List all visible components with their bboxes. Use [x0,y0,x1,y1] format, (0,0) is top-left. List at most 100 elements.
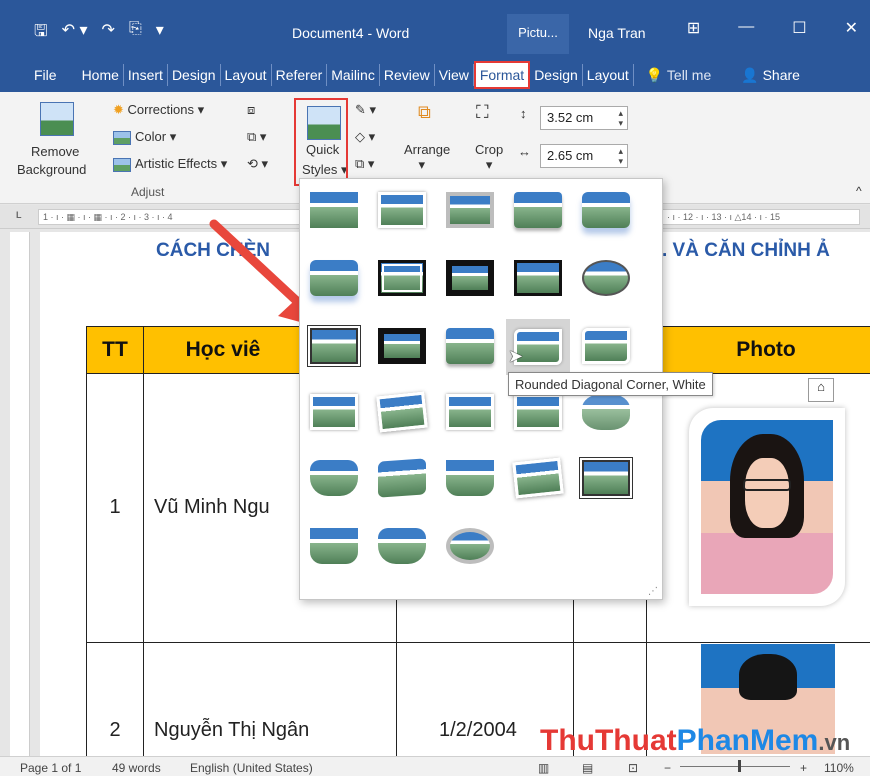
web-layout-icon[interactable]: ⊡ [628,761,638,775]
picture-style-item[interactable] [307,323,361,369]
close-icon[interactable]: ✕ [845,18,858,38]
picture-layout-icon[interactable]: ⧉ ▾ [355,156,374,172]
remove-background-button[interactable]: Remove [31,144,79,159]
zoom-in-button[interactable]: + [800,761,807,775]
tab-home[interactable]: Home [78,64,124,86]
reset-picture-icon[interactable]: ⟲ ▾ [247,156,268,172]
tab-table-design[interactable]: Design [530,64,583,86]
layout-options-icon[interactable]: ⌂ [808,378,834,402]
tab-mailings[interactable]: Mailinc [327,64,380,86]
picture-style-item[interactable] [580,323,632,369]
picture-style-thumbnail [446,528,494,564]
language-indicator[interactable]: English (United States) [190,761,313,775]
read-mode-icon[interactable]: ▥ [538,761,549,775]
picture-style-thumbnail [378,528,426,564]
tab-layout[interactable]: Layout [221,64,272,86]
gallery-resize-grip[interactable]: ⋰ [648,586,658,597]
picture-style-item[interactable] [444,255,496,301]
tab-view[interactable]: View [435,64,474,86]
tab-review[interactable]: Review [380,64,435,86]
arrange-button[interactable]: Arrange ▾ [404,142,450,173]
width-spinner[interactable]: 2.65 cm ▴ ▾ [540,144,628,168]
watermark-part-4: .vn [818,730,851,755]
photo-face [744,458,790,528]
tab-table-layout[interactable]: Layout [583,64,634,86]
undo-icon[interactable]: ↶ ▾ [62,20,88,47]
picture-style-item[interactable] [444,523,496,569]
picture-style-thumbnail [579,457,633,499]
picture-style-item[interactable] [376,255,428,301]
picture-style-item[interactable] [376,389,428,435]
ruler-ticks-right: · ı · 12 · ı · 13 · ı △14 · ı · 15 [667,212,780,222]
picture-style-item[interactable] [512,187,564,233]
picture-style-item[interactable] [444,389,496,435]
picture-border-icon[interactable]: ✎ ▾ [355,102,376,118]
table-cell-name[interactable]: Nguyễn Thị Ngân [143,642,397,756]
picture-style-item[interactable] [376,523,428,569]
picture-style-item[interactable] [308,255,360,301]
picture-style-item[interactable] [376,187,428,233]
zoom-level[interactable]: 110% [824,761,854,775]
redo-icon[interactable]: ↷ [102,20,115,47]
tab-selector-icon[interactable]: L [16,210,22,220]
student-photo-selected[interactable] [689,408,845,606]
height-spinner[interactable]: 3.52 cm ▴ ▾ [540,106,628,130]
print-layout-icon[interactable]: ▤ [582,761,593,775]
customize-qat-icon[interactable]: ▾ [156,20,164,47]
picture-style-item[interactable] [376,323,428,369]
picture-style-item[interactable] [580,255,632,301]
picture-style-thumbnail [310,460,358,496]
picture-style-item[interactable] [308,187,360,233]
zoom-slider-thumb[interactable] [738,760,741,772]
tab-file[interactable]: File [0,64,78,86]
picture-style-item[interactable] [444,455,496,501]
picture-style-thumbnail [446,460,494,496]
picture-style-item[interactable] [308,523,360,569]
tab-format[interactable]: Format [473,61,531,89]
picture-style-item[interactable] [444,187,496,233]
picture-style-item[interactable] [308,455,360,501]
tell-me-box[interactable]: 💡 Tell me [646,67,711,84]
picture-style-thumbnail [378,260,426,296]
picture-style-item[interactable] [376,455,428,501]
table-header-photo: Photo [646,326,870,374]
picture-style-item[interactable] [308,389,360,435]
compress-pictures-icon[interactable]: ⧈ [247,102,255,118]
lightbulb-icon: 💡 [645,66,664,83]
remove-background-label[interactable]: Background [17,162,86,177]
user-name[interactable]: Nga Tran [588,25,646,41]
picture-style-item[interactable] [444,323,496,369]
table-cell-num[interactable]: 1 [86,373,144,643]
color-button[interactable]: Color ▾ [113,129,176,145]
crop-button[interactable]: Crop ▾ [475,142,503,173]
table-cell-num[interactable]: 2 [86,642,144,756]
maximize-icon[interactable]: ☐ [792,18,806,38]
minimize-icon[interactable]: — [738,18,754,38]
picture-style-thumbnail [310,528,358,564]
width-icon: ↔ [518,144,531,159]
zoom-out-button[interactable]: − [664,761,671,775]
change-picture-icon[interactable]: ⧉ ▾ [247,129,266,145]
vertical-ruler[interactable] [10,232,30,756]
tab-references[interactable]: Referer [272,64,328,86]
tab-insert[interactable]: Insert [124,64,168,86]
tab-design[interactable]: Design [168,64,221,86]
picture-style-item[interactable] [580,187,632,233]
save-icon[interactable]: 🖫 [34,20,48,47]
page-count[interactable]: Page 1 of 1 [20,761,81,775]
picture-effects-icon[interactable]: ◇ ▾ [355,129,375,145]
picture-style-item[interactable] [512,255,564,301]
share-button[interactable]: 👤 Share [741,67,800,84]
corrections-button[interactable]: ✹ Corrections ▾ [113,102,204,118]
artistic-effects-button[interactable]: Artistic Effects ▾ [113,156,227,172]
picture-style-item[interactable] [579,455,633,501]
zoom-slider[interactable] [680,766,790,767]
ribbon-display-options-icon[interactable]: ⊞ [687,18,700,38]
picture-style-thumbnail [446,328,494,364]
word-count[interactable]: 49 words [112,761,161,775]
collapse-ribbon-icon[interactable]: ^ [856,184,862,198]
picture-style-thumbnail [378,192,426,228]
copy-icon[interactable]: ⎘ [129,20,142,47]
remove-background-icon [40,102,74,136]
picture-style-item[interactable] [512,455,564,501]
